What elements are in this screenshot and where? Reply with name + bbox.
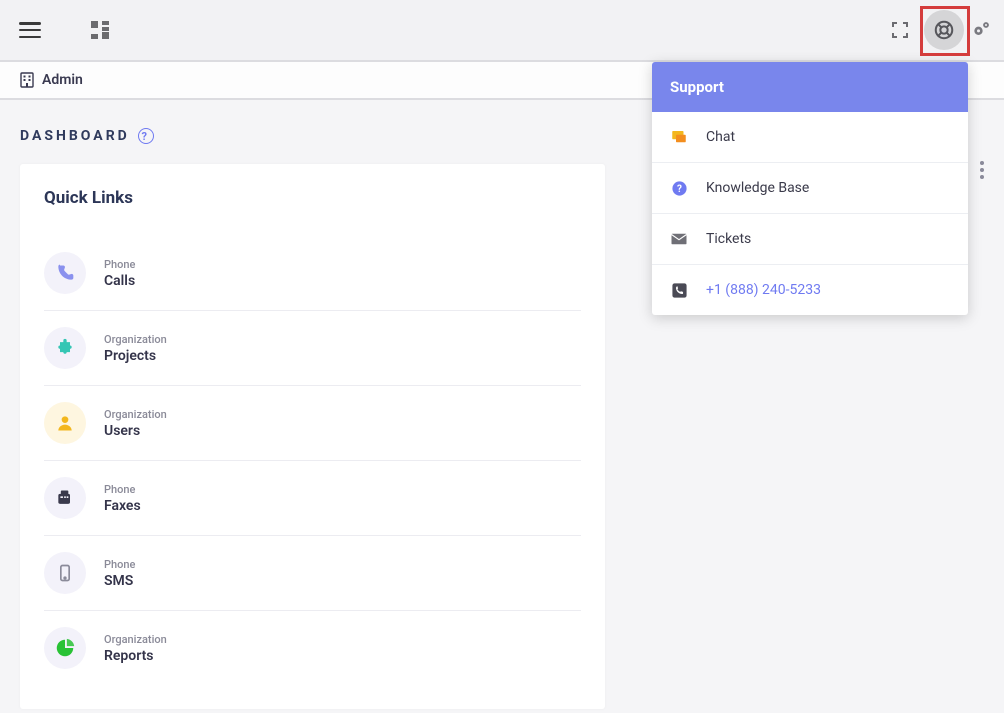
quick-link-name: Reports	[104, 648, 167, 664]
quick-link-category: Organization	[104, 633, 167, 646]
support-phone-label: +1 (888) 240-5233	[706, 282, 821, 298]
building-icon	[20, 72, 34, 88]
user-icon	[55, 413, 75, 433]
hamburger-icon	[19, 22, 41, 38]
top-bar	[0, 0, 1004, 60]
lifebuoy-icon	[933, 19, 955, 41]
quick-link-projects[interactable]: Organization Projects	[44, 311, 581, 386]
quick-link-category: Organization	[104, 333, 167, 346]
support-kb[interactable]: ? Knowledge Base	[652, 163, 968, 214]
chat-icon	[670, 128, 688, 146]
quick-link-name: Faxes	[104, 498, 141, 514]
support-phone[interactable]: +1 (888) 240-5233	[652, 265, 968, 315]
phone-square-icon	[671, 282, 688, 299]
quick-link-faxes[interactable]: Phone Faxes	[44, 461, 581, 536]
quick-link-category: Phone	[104, 483, 141, 496]
fax-icon	[55, 488, 75, 508]
support-tickets[interactable]: Tickets	[652, 214, 968, 265]
puzzle-icon	[55, 338, 75, 358]
phone-icon	[55, 263, 75, 283]
mobile-icon	[55, 563, 75, 583]
svg-text:?: ?	[677, 184, 682, 195]
support-button[interactable]	[924, 10, 964, 50]
apps-icon	[91, 21, 109, 39]
support-chat[interactable]: Chat	[652, 112, 968, 163]
breadcrumb-label: Admin	[42, 72, 83, 88]
quick-link-category: Organization	[104, 408, 167, 421]
more-options-button[interactable]	[980, 158, 984, 182]
support-kb-label: Knowledge Base	[706, 180, 809, 196]
support-tickets-label: Tickets	[706, 231, 751, 247]
help-icon[interactable]: ?	[138, 128, 154, 144]
quick-link-category: Phone	[104, 258, 135, 271]
quick-links-title: Quick Links	[44, 188, 581, 208]
support-panel: Support Chat ? Knowledge Base Tickets +1…	[652, 62, 968, 315]
fullscreen-button[interactable]	[880, 10, 920, 50]
quick-link-name: Projects	[104, 348, 167, 364]
apps-button[interactable]	[80, 10, 120, 50]
quick-link-name: Calls	[104, 273, 135, 289]
question-circle-icon: ?	[671, 180, 688, 197]
menu-button[interactable]	[10, 10, 50, 50]
quick-link-users[interactable]: Organization Users	[44, 386, 581, 461]
quick-link-reports[interactable]: Organization Reports	[44, 611, 581, 685]
envelope-icon	[670, 232, 688, 246]
fullscreen-icon	[891, 21, 909, 39]
support-panel-header: Support	[652, 62, 968, 112]
quick-link-name: SMS	[104, 573, 135, 589]
gears-icon	[971, 20, 991, 40]
quick-links-card: Quick Links Phone Calls Organization Pro…	[20, 164, 605, 709]
quick-link-name: Users	[104, 423, 167, 439]
quick-link-calls[interactable]: Phone Calls	[44, 236, 581, 311]
quick-link-category: Phone	[104, 558, 135, 571]
quick-link-sms[interactable]: Phone SMS	[44, 536, 581, 611]
pie-chart-icon	[54, 637, 76, 659]
page-title: DASHBOARD ?	[20, 128, 605, 144]
support-chat-label: Chat	[706, 129, 735, 145]
settings-button[interactable]	[968, 10, 994, 50]
